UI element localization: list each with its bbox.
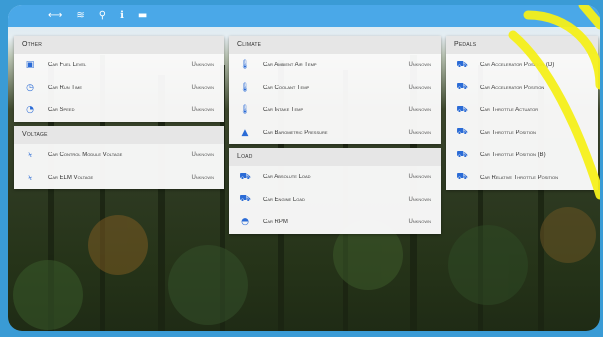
bolt-icon: ϟ (28, 150, 32, 161)
thermometer-icon: 🌡 (239, 82, 251, 93)
list-item[interactable]: ▣ Car Fuel Level Unknown (14, 54, 224, 77)
list-item[interactable]: ⛟ Car Relative Throttle Position (446, 167, 598, 190)
timer-icon: ◷ (26, 82, 34, 93)
barometer-icon: ▲ (241, 127, 249, 138)
list-item[interactable]: 🌡 Car Coolant Temp Unknown (229, 77, 441, 100)
truck-icon: ⛟ (456, 59, 468, 70)
speedometer-icon: ◔ (26, 105, 34, 116)
panel-header: Load (229, 148, 441, 166)
panel-voltage: Voltage ϟ Car Control Module Voltage Unkno… (14, 126, 224, 189)
wifi-icon: ≋ (76, 10, 85, 21)
list-item[interactable]: ⛟ Car Engine Load Unknown (229, 189, 441, 212)
app-window: ⟷ ≋ ⚲ ℹ ▬ Other ▣ Car Fuel Level Unknown ◷… (8, 5, 600, 331)
list-item[interactable]: ϟ Car Control Module Voltage Unknown (14, 144, 224, 167)
panel-other: Other ▣ Car Fuel Level Unknown ◷ Car Run Ti… (14, 36, 224, 122)
list-item[interactable]: ◷ Car Run Time Unknown (14, 77, 224, 100)
list-item[interactable]: ◔ Car Speed Unknown (14, 99, 224, 122)
truck-icon: ⛟ (456, 104, 468, 115)
fuel-icon: ▣ (25, 60, 35, 71)
truck-icon: ⛟ (239, 171, 251, 182)
list-item[interactable]: ⛟ Car Throttle Position (B) (446, 144, 598, 167)
truck-icon: ⛟ (456, 127, 468, 138)
truck-icon: ⛟ (239, 194, 251, 205)
panel-header: Climate (229, 36, 441, 54)
battery-icon: ▬ (137, 10, 148, 21)
list-item[interactable]: ◓ Car RPM Unknown (229, 211, 441, 234)
panel-climate: Climate 🌡 Car Ambient Air Temp Unknown 🌡 Ca… (229, 36, 441, 144)
panel-header: Voltage (14, 126, 224, 144)
truck-icon: ⛟ (456, 82, 468, 93)
list-item[interactable]: ⛟ Car Throttle Actuator (446, 99, 598, 122)
list-item[interactable]: ⛟ Car Throttle Position (446, 122, 598, 145)
location-icon: ⚲ (98, 10, 107, 21)
thermometer-icon: 🌡 (239, 60, 251, 71)
thermometer-icon: 🌡 (239, 105, 251, 116)
truck-icon: ⛟ (456, 172, 468, 183)
bolt-icon: ϟ (28, 172, 32, 183)
truck-icon: ⛟ (456, 149, 468, 160)
link-icon: ⟷ (48, 10, 63, 21)
panel-header: Other (14, 36, 224, 54)
list-item[interactable]: ⛟ Car Accelerator Position (D) (446, 54, 598, 77)
list-item[interactable]: ⛟ Car Absolute Load Unknown (229, 166, 441, 189)
panel-pedals: Pedals ⛟ Car Accelerator Position (D) ⛟ Ca… (446, 36, 598, 190)
list-item[interactable]: 🌡 Car Ambient Air Temp Unknown (229, 54, 441, 77)
status-bar: ⟷ ≋ ⚲ ℹ ▬ (8, 5, 600, 27)
info-icon: ℹ (120, 10, 124, 21)
gauge-icon: ◓ (241, 217, 249, 228)
list-item[interactable]: ⛟ Car Accelerator Position (446, 77, 598, 100)
list-item[interactable]: ▲ Car Barometric Pressure Unknown (229, 122, 441, 145)
list-item[interactable]: ϟ Car ELM Voltage Unknown (14, 167, 224, 190)
panel-header: Pedals (446, 36, 598, 54)
panel-load: Load ⛟ Car Absolute Load Unknown ⛟ Car Engi… (229, 148, 441, 234)
list-item[interactable]: 🌡 Car Intake Temp Unknown (229, 99, 441, 122)
